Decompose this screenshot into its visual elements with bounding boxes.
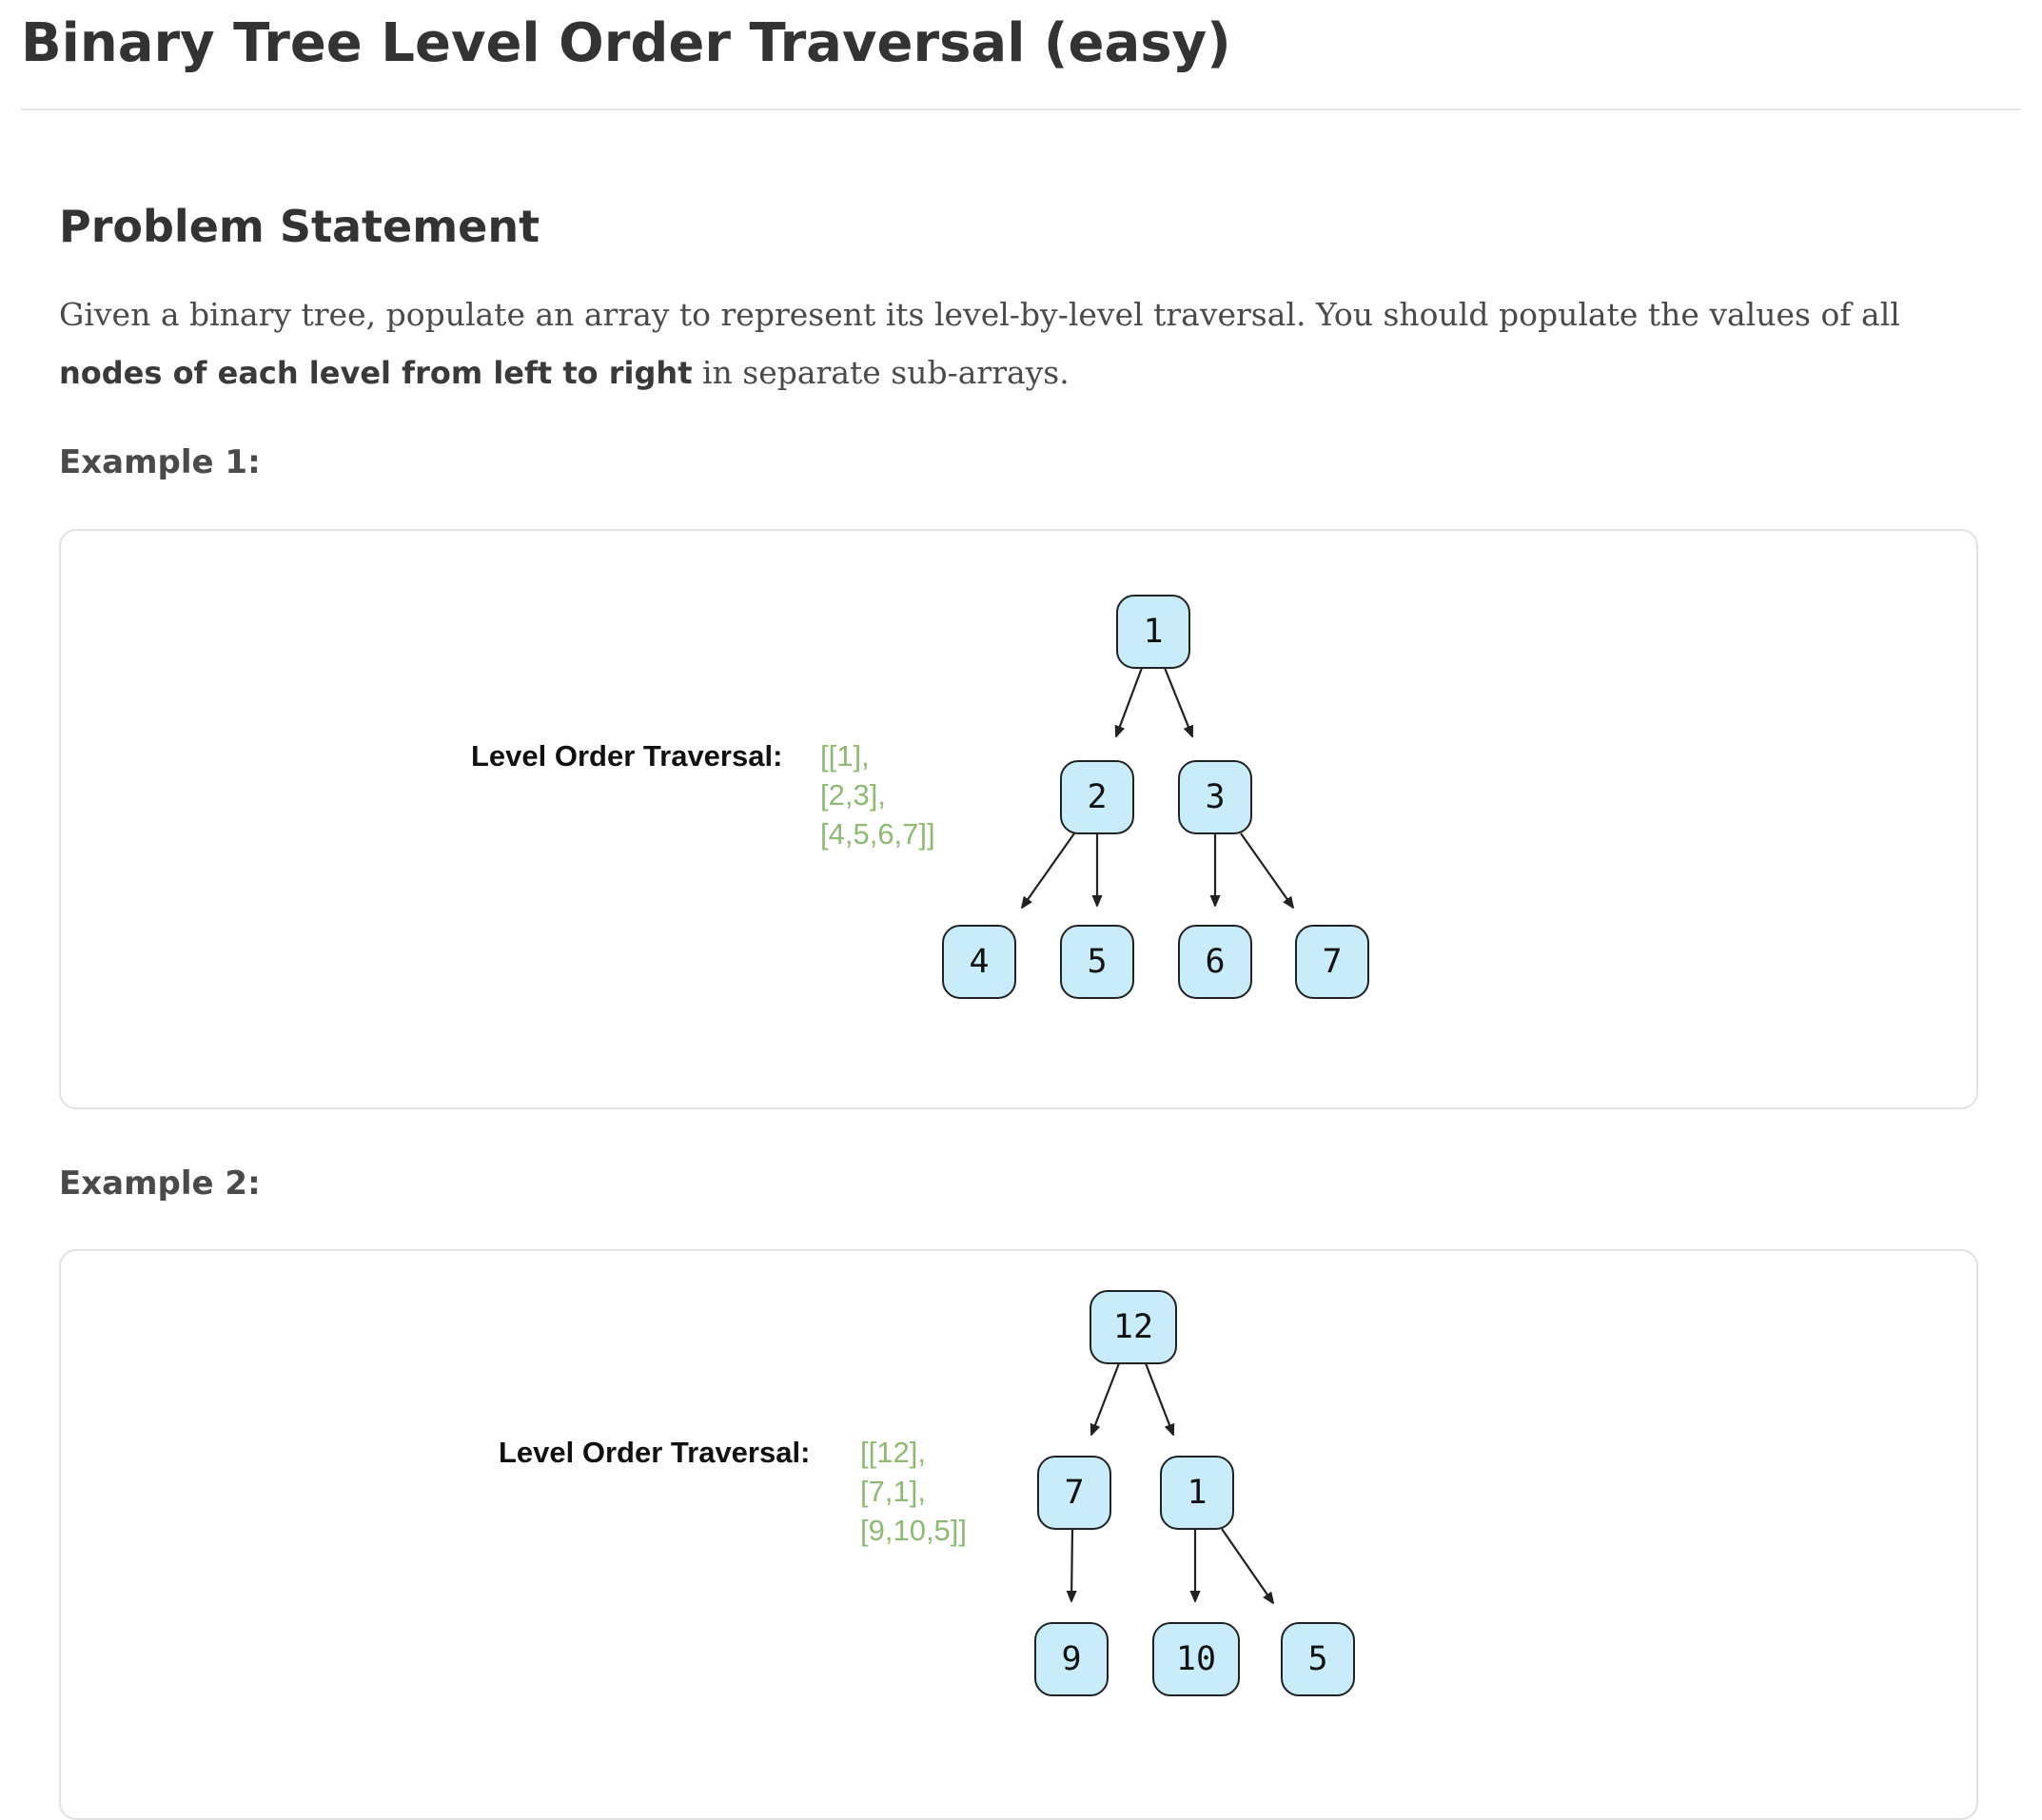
example-2-tree-diagram: 12 7 1 9 10 5 [1034, 1290, 1355, 1696]
example-1-tree-diagram: 1 2 3 4 5 6 7 [942, 595, 1369, 999]
tree-node: 10 [1152, 1622, 1240, 1696]
tree-node: 5 [1281, 1622, 1355, 1696]
svg-text:7: 7 [1064, 1474, 1084, 1512]
svg-text:5: 5 [1307, 1640, 1327, 1678]
title-divider [21, 108, 2021, 110]
example-1-label: Example 1: [59, 443, 261, 481]
svg-text:3: 3 [1205, 778, 1225, 816]
tree-edge [1116, 667, 1144, 736]
tree-node: 9 [1034, 1622, 1109, 1696]
page-title: Binary Tree Level Order Traversal (easy) [21, 12, 1231, 74]
tree-node: 6 [1178, 925, 1252, 999]
tree-node: 12 [1090, 1290, 1177, 1364]
statement-bold-text: nodes of each level from left to right [59, 355, 693, 391]
svg-text:5: 5 [1087, 943, 1107, 981]
svg-text:2: 2 [1087, 778, 1107, 816]
svg-text:1: 1 [1187, 1474, 1207, 1512]
example-2-label: Example 2: [59, 1164, 261, 1203]
svg-text:7: 7 [1322, 943, 1342, 981]
svg-text:9: 9 [1061, 1640, 1081, 1678]
tree-edge [1091, 1362, 1121, 1435]
tree-edge [1022, 832, 1075, 908]
tree-edge [1071, 1528, 1072, 1601]
tree-node: 5 [1060, 925, 1134, 999]
svg-text:10: 10 [1176, 1640, 1216, 1678]
svg-text:4: 4 [969, 943, 989, 981]
tree-node: 4 [942, 925, 1016, 999]
statement-text-part-1: Given a binary tree, populate an array t… [59, 296, 1900, 333]
tree-edge [1221, 1528, 1273, 1603]
example-2-box: Level Order Traversal: [[12], [7,1], [9,… [59, 1249, 1978, 1820]
tree-node: 1 [1116, 595, 1190, 669]
tree-edge [1144, 1362, 1173, 1435]
tree-node: 7 [1037, 1456, 1111, 1530]
statement-text-part-2: in separate sub-arrays. [692, 354, 1070, 391]
example-1-box: Level Order Traversal: [[1], [2,3], [4,5… [59, 529, 1978, 1109]
problem-statement-heading: Problem Statement [59, 201, 540, 252]
problem-statement-text: Given a binary tree, populate an array t… [59, 285, 1981, 402]
tree-edge [1163, 667, 1192, 736]
tree-node: 3 [1178, 760, 1252, 834]
tree-node: 1 [1160, 1456, 1234, 1530]
svg-text:6: 6 [1205, 943, 1225, 981]
tree-edge [1240, 832, 1293, 908]
tree-node: 2 [1060, 760, 1134, 834]
tree-node: 7 [1295, 925, 1369, 999]
svg-text:1: 1 [1143, 613, 1163, 651]
svg-text:12: 12 [1113, 1308, 1153, 1346]
